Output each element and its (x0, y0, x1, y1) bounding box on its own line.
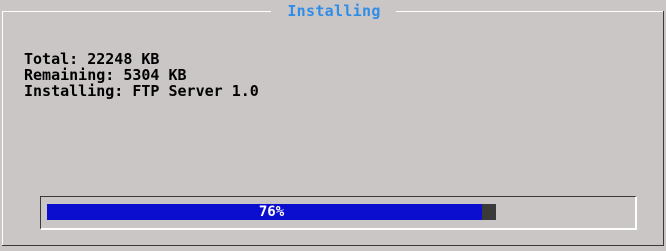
dialog-border-top-right (396, 11, 663, 12)
total-size-text: Total: 22248 KB (24, 50, 160, 68)
installer-dialog: Installing Total: 22248 KB Remaining: 53… (0, 0, 666, 251)
dialog-border-top-left (2, 11, 271, 12)
progress-bar: 76% (47, 204, 496, 220)
install-info: Total: 22248 KB Remaining: 5304 KB Insta… (24, 51, 259, 99)
dialog-border-right (663, 11, 664, 245)
current-package-text: Installing: FTP Server 1.0 (24, 82, 259, 100)
dialog-title: Installing (287, 2, 381, 20)
dialog-border-bottom (2, 245, 664, 246)
dialog-border-left (2, 11, 3, 245)
remaining-size-text: Remaining: 5304 KB (24, 66, 187, 84)
progress-label: 76% (258, 204, 285, 220)
